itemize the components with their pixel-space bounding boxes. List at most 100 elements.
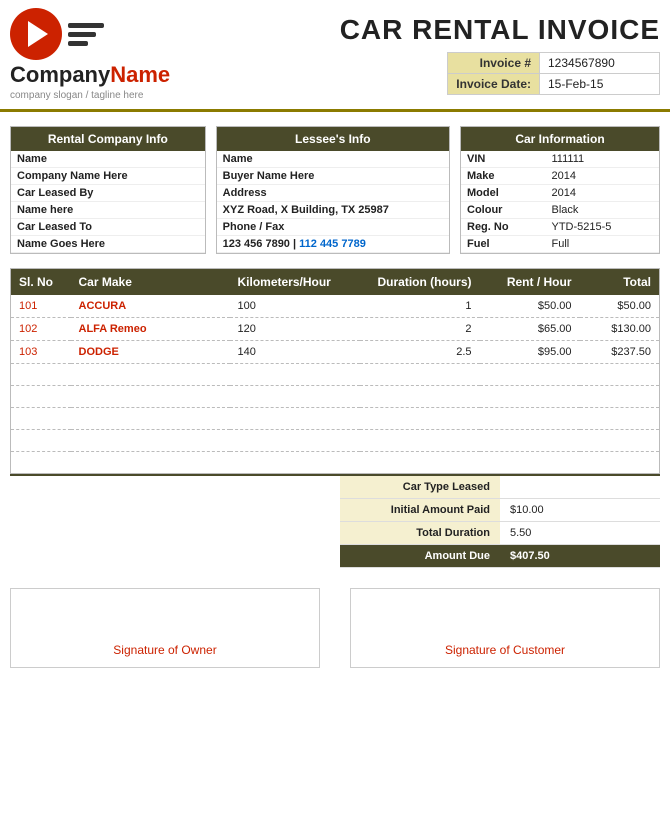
lessee-address-value: XYZ Road, X Building, TX 25987 [217,202,449,219]
invoice-details-table: Invoice # 1234567890 Invoice Date: 15-Fe… [447,52,660,95]
col-car-make: Car Make [71,269,230,296]
vin-label: VIN [461,151,546,168]
amount-due-value: $407.50 [500,545,660,568]
invoice-date-value: 15-Feb-15 [540,74,660,95]
summary-table: Car Type Leased Initial Amount Paid $10.… [340,476,660,568]
row-sl-no: 101 [11,295,71,318]
summary-section: Car Type Leased Initial Amount Paid $10.… [10,474,660,568]
info-section: Rental Company Info Name Company Name He… [10,126,660,254]
row-km-hour: 120 [230,318,360,341]
reg-label: Reg. No [461,219,546,236]
lessee-table: Lessee's Info Name Buyer Name Here Addre… [217,127,449,253]
row-sl-no: 103 [11,341,71,364]
rental-leased-by-value: Name here [11,202,205,219]
vin-value: 111111 [546,151,660,168]
col-rent: Rent / Hour [480,269,580,296]
lessee-name-value: Buyer Name Here [217,168,449,185]
row-car-make: ALFA Remeo [71,318,230,341]
car-type-value [500,476,660,499]
table-row: 103 DODGE 140 2.5 $95.00 $237.50 [11,341,660,364]
rental-leased-by-label: Car Leased By [11,185,205,202]
row-total: $130.00 [580,318,660,341]
summary-left [10,476,340,568]
lessee-phone-value: 123 456 7890 | 112 445 7789 [217,236,449,253]
invoice-header: CompanyName company slogan / tagline her… [0,0,670,112]
logo-lines [68,23,104,46]
row-duration: 2 [360,318,480,341]
colour-value: Black [546,202,660,219]
col-km-hour: Kilometers/Hour [230,269,360,296]
total-duration-row: Total Duration 5.50 [340,522,660,545]
signature-section: Signature of Owner Signature of Customer [10,588,660,668]
invoice-main-title: CAR RENTAL INVOICE [340,14,660,46]
car-info-header: Car Information [461,127,659,151]
colour-label: Colour [461,202,546,219]
table-row-empty [11,430,660,452]
summary-right: Car Type Leased Initial Amount Paid $10.… [340,476,660,568]
row-car-make: DODGE [71,341,230,364]
row-duration: 1 [360,295,480,318]
invoice-date-label: Invoice Date: [448,74,540,95]
logo-line-1 [68,23,104,28]
items-table: Sl. No Car Make Kilometers/Hour Duration… [10,268,660,474]
row-rent: $95.00 [480,341,580,364]
lessee-box: Lessee's Info Name Buyer Name Here Addre… [216,126,450,254]
initial-amount-label: Initial Amount Paid [340,499,500,522]
fuel-value: Full [546,236,660,253]
customer-signature-box: Signature of Customer [350,588,660,668]
invoice-title-area: CAR RENTAL INVOICE Invoice # 1234567890 … [250,14,660,95]
play-icon [28,21,48,47]
logo-line-3 [68,41,88,46]
items-section: Sl. No Car Make Kilometers/Hour Duration… [10,268,660,474]
fax-number: 112 445 7789 [299,238,366,250]
table-row-empty [11,386,660,408]
table-row-empty [11,452,660,474]
table-row-empty [11,364,660,386]
row-sl-no: 102 [11,318,71,341]
car-info-box: Car Information VIN 111111 Make 2014 Mod… [460,126,660,254]
make-value: 2014 [546,168,660,185]
owner-signature-label: Signature of Owner [113,643,216,657]
rental-company-box: Rental Company Info Name Company Name He… [10,126,206,254]
initial-amount-value: $10.00 [500,499,660,522]
row-rent: $65.00 [480,318,580,341]
table-row-empty [11,408,660,430]
model-label: Model [461,185,546,202]
col-sl-no: Sl. No [11,269,71,296]
phone-number: 123 456 7890 [223,238,290,250]
amount-due-label: Amount Due [340,545,500,568]
company-slogan: company slogan / tagline here [10,90,143,101]
table-row: 101 ACCURA 100 1 $50.00 $50.00 [11,295,660,318]
total-duration-value: 5.50 [500,522,660,545]
row-duration: 2.5 [360,341,480,364]
total-duration-label: Total Duration [340,522,500,545]
fuel-label: Fuel [461,236,546,253]
rental-company-header: Rental Company Info [11,127,205,151]
col-total: Total [580,269,660,296]
model-value: 2014 [546,185,660,202]
row-km-hour: 100 [230,295,360,318]
rental-company-table: Rental Company Info Name Company Name He… [11,127,205,253]
logo-area: CompanyName company slogan / tagline her… [10,8,250,101]
initial-amount-row: Initial Amount Paid $10.00 [340,499,660,522]
lessee-address-label: Address [217,185,449,202]
logo-line-2 [68,32,96,37]
logo-icon [10,8,104,60]
table-row: 102 ALFA Remeo 120 2 $65.00 $130.00 [11,318,660,341]
lessee-name-label: Name [217,151,449,168]
make-label: Make [461,168,546,185]
car-type-row: Car Type Leased [340,476,660,499]
company-name-part2: Name [110,62,170,87]
logo-circle [10,8,62,60]
lessee-header: Lessee's Info [217,127,449,151]
col-duration: Duration (hours) [360,269,480,296]
rental-leased-to-value: Name Goes Here [11,236,205,253]
owner-signature-box: Signature of Owner [10,588,320,668]
company-name: CompanyName [10,62,170,88]
row-car-make: ACCURA [71,295,230,318]
car-type-label: Car Type Leased [340,476,500,499]
rental-name-label: Name [11,151,205,168]
row-total: $237.50 [580,341,660,364]
amount-due-row: Amount Due $407.50 [340,545,660,568]
rental-name-value: Company Name Here [11,168,205,185]
